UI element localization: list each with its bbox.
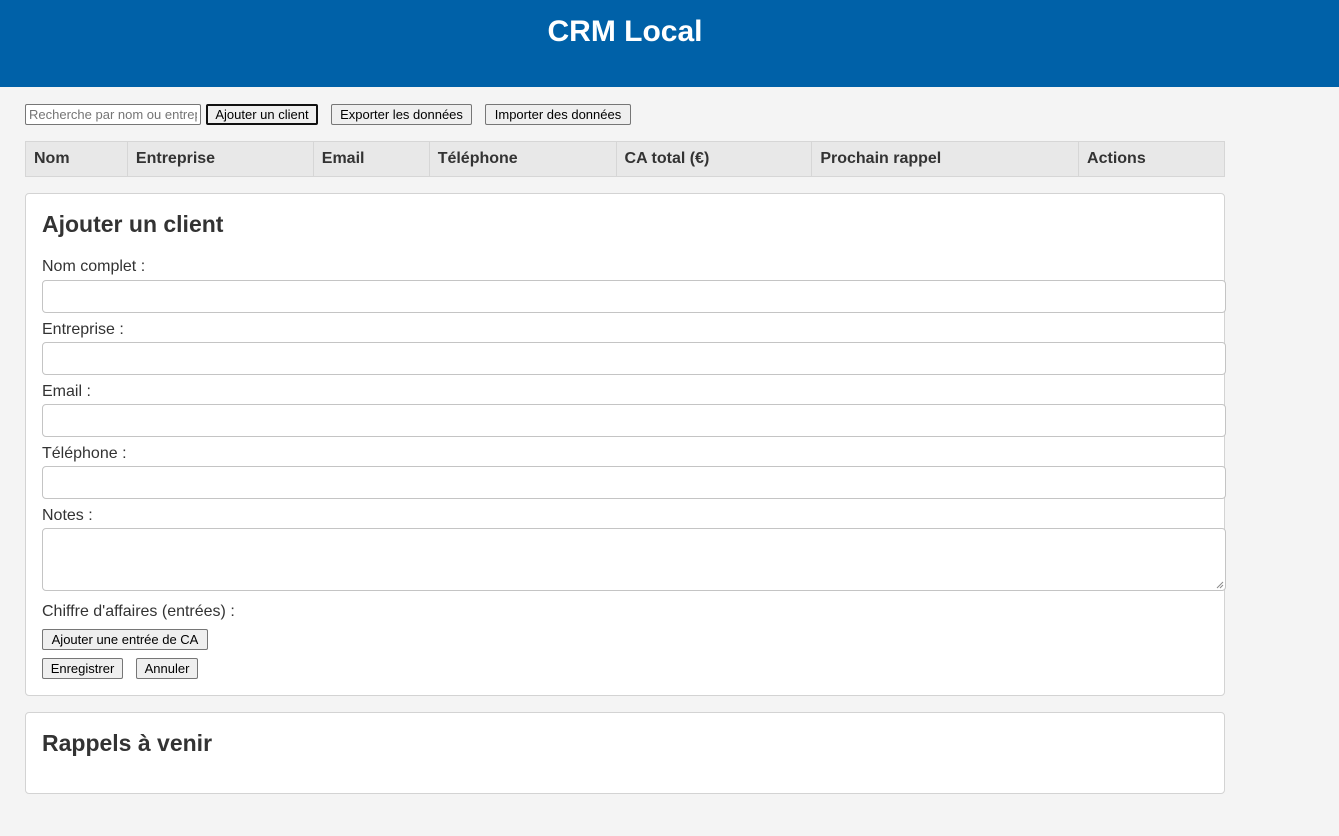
resize-handle-icon[interactable] [1216, 581, 1224, 589]
add-client-form: Ajouter un client Nom complet : Entrepri… [25, 193, 1226, 696]
clients-table: Nom Entreprise Email Téléphone CA total … [25, 141, 1225, 177]
name-label: Nom complet : [42, 258, 146, 275]
app-title: CRM Local [547, 15, 703, 48]
notes-label: Notes : [42, 507, 93, 524]
form-title: Ajouter un client [42, 211, 224, 237]
import-data-button[interactable]: Importer des données [485, 104, 631, 125]
reminders-title: Rappels à venir [42, 730, 213, 756]
email-label: Email : [42, 383, 91, 400]
notes-textarea[interactable] [42, 528, 1226, 591]
cancel-button[interactable]: Annuler [136, 658, 198, 679]
table-header-row: Nom Entreprise Email Téléphone CA total … [25, 141, 1225, 177]
phone-field[interactable] [42, 466, 1226, 499]
column-header-next-reminder[interactable]: Prochain rappel [811, 141, 1080, 177]
column-header-email[interactable]: Email [312, 141, 430, 177]
search-input[interactable] [25, 104, 201, 125]
column-header-actions[interactable]: Actions [1078, 141, 1225, 177]
column-header-name[interactable]: Nom [25, 141, 128, 177]
upcoming-reminders-panel: Rappels à venir [25, 712, 1225, 794]
company-label: Entreprise : [42, 321, 124, 338]
column-header-revenue[interactable]: CA total (€) [615, 141, 813, 177]
revenue-label: Chiffre d'affaires (entrées) : [42, 603, 235, 620]
export-data-button[interactable]: Exporter les données [331, 104, 472, 125]
phone-label: Téléphone : [42, 445, 127, 462]
name-field[interactable] [42, 280, 1226, 313]
app-header: CRM Local [0, 0, 1339, 87]
add-revenue-entry-button[interactable]: Ajouter une entrée de CA [42, 629, 208, 650]
column-header-company[interactable]: Entreprise [126, 141, 314, 177]
save-button[interactable]: Enregistrer [42, 658, 123, 679]
company-field[interactable] [42, 342, 1226, 375]
email-field[interactable] [42, 404, 1226, 437]
column-header-phone[interactable]: Téléphone [428, 141, 617, 177]
add-client-button[interactable]: Ajouter un client [206, 104, 318, 125]
